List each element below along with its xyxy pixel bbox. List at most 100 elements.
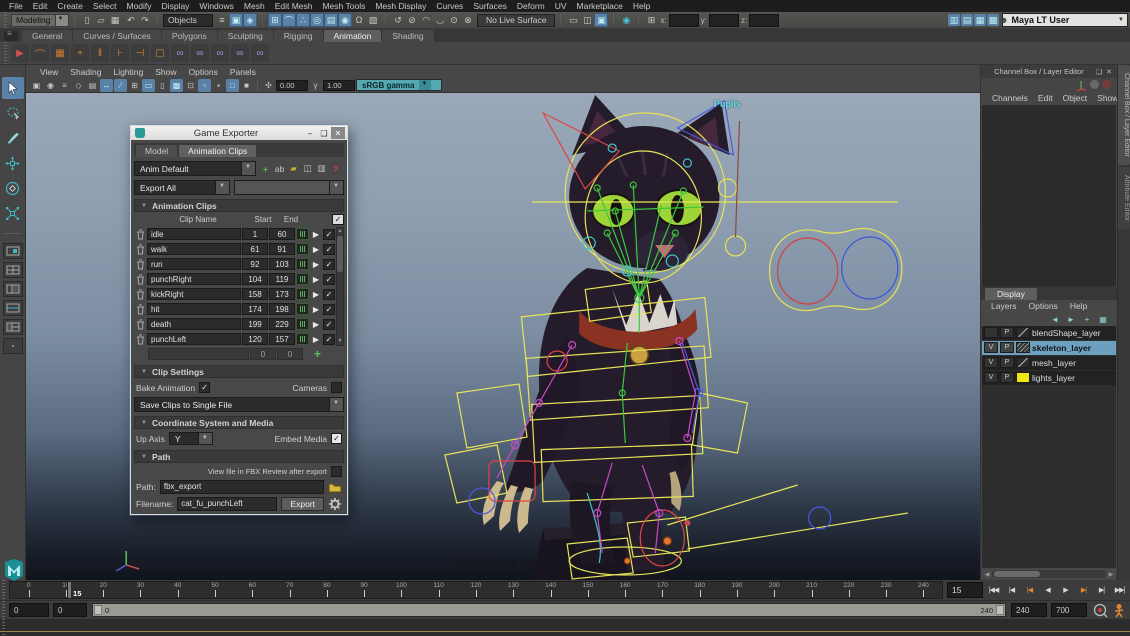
grid-toggle-icon[interactable]: ⊞ xyxy=(128,79,141,92)
layer-visibility-toggle[interactable]: V xyxy=(984,342,998,353)
clip-name-field[interactable]: punchLeft xyxy=(147,333,241,345)
time-ruler[interactable]: 0 10 20 30 40 50 60 70 80 90 100 110 120 130 140 150 160… xyxy=(9,581,943,599)
play-clip-button[interactable]: ▶ xyxy=(310,290,322,299)
clip-name-field[interactable]: death xyxy=(147,318,241,330)
layer-menu-item[interactable]: Layers xyxy=(985,301,1023,311)
layer-playback-toggle[interactable]: P xyxy=(1000,327,1014,338)
clip-start-field[interactable]: 104 xyxy=(242,273,268,285)
x-coordinate-field[interactable] xyxy=(668,13,699,27)
z-coordinate-field[interactable] xyxy=(749,13,780,27)
layer-menu-item[interactable]: Options xyxy=(1023,301,1064,311)
shelf-tab[interactable]: Curves / Surfaces xyxy=(73,30,161,42)
panel-menu-item[interactable]: Panels xyxy=(224,67,262,77)
snap-point-icon[interactable]: ∴ xyxy=(296,13,310,27)
play-forwards-button[interactable]: ▶ xyxy=(1057,582,1074,598)
gamma-icon[interactable]: γ xyxy=(309,79,322,92)
popout-icon[interactable]: ❏ xyxy=(1094,68,1104,76)
delete-clip-icon[interactable] xyxy=(134,319,146,330)
four-pane-layout-button[interactable] xyxy=(2,262,23,278)
lock-camera-icon[interactable]: ◉ xyxy=(44,79,57,92)
new-clip-start-field[interactable]: 0 xyxy=(250,348,276,360)
go-to-end-button[interactable]: ▶▶| xyxy=(1111,582,1128,598)
set-clip-range-button[interactable] xyxy=(296,303,309,315)
layer-visibility-toggle[interactable]: V xyxy=(984,372,998,383)
close-button[interactable]: ✕ xyxy=(331,127,345,139)
lasso-select-tool-button[interactable] xyxy=(2,102,24,124)
clip-end-field[interactable]: 91 xyxy=(269,243,295,255)
display-tab[interactable]: Display xyxy=(985,287,1037,300)
drag-handle[interactable] xyxy=(2,12,9,28)
ui-elements-toggle-icon[interactable]: ▥ xyxy=(948,14,960,26)
open-scene-icon[interactable]: ▱ xyxy=(94,13,108,27)
panel-menu-item[interactable]: Options xyxy=(183,67,224,77)
custom-layout-button[interactable] xyxy=(2,338,23,354)
export-button[interactable]: Export xyxy=(281,496,324,511)
step-back-frame-button[interactable]: |◀ xyxy=(1003,582,1020,598)
select-component-icon[interactable]: ◈ xyxy=(243,13,257,27)
redo-icon[interactable]: ↷ xyxy=(138,13,152,27)
delete-clip-icon[interactable] xyxy=(134,229,146,240)
save-clips-combo[interactable]: Save Clips to Single File xyxy=(134,397,344,412)
multi-pane-icon[interactable]: ◫ xyxy=(580,13,594,27)
menu-item[interactable]: Marketplace xyxy=(572,1,628,11)
layer-visibility-toggle[interactable]: V xyxy=(984,357,998,368)
clip-enabled-checkbox[interactable]: ✓ xyxy=(323,303,335,315)
load-anim-clip-set-icon[interactable]: ▰ xyxy=(287,162,300,175)
layer-playback-toggle[interactable]: P xyxy=(1000,357,1014,368)
bookmark-icon[interactable]: ◇ xyxy=(72,79,85,92)
delete-clip-icon[interactable] xyxy=(134,274,146,285)
single-pane-layout-button[interactable] xyxy=(2,243,23,259)
range-end-handle[interactable] xyxy=(996,605,1004,615)
delete-clip-icon[interactable] xyxy=(134,244,146,255)
clip-row[interactable]: punchRight 104 119 ▶ ✓ xyxy=(134,272,335,286)
maximize-button[interactable]: ❑ xyxy=(317,127,331,139)
delete-anim-clip-set-icon[interactable]: ▥ xyxy=(315,162,328,175)
menu-item[interactable]: File xyxy=(4,1,28,11)
bake-animation-checkbox[interactable]: ✓ xyxy=(199,382,211,393)
panel-menu-item[interactable]: Show xyxy=(149,67,182,77)
toggle-all-clips-checkbox[interactable]: ✓ xyxy=(332,214,344,225)
manipulator-icon[interactable] xyxy=(1075,79,1087,91)
play-clip-button[interactable]: ▶ xyxy=(310,275,322,284)
menu-set-selector[interactable]: Modeling xyxy=(11,13,69,27)
clip-row[interactable]: walk 61 91 ▶ ✓ xyxy=(134,242,335,256)
single-pane-icon[interactable]: ▭ xyxy=(566,13,580,27)
dirty-propagation-icon[interactable]: ⊙ xyxy=(447,13,461,27)
no-construction-history-icon[interactable]: ⊘ xyxy=(405,13,419,27)
remove-inbetween-icon[interactable]: ⊣ xyxy=(131,44,149,62)
layer-playback-toggle[interactable]: P xyxy=(1000,372,1014,383)
step-back-key-button[interactable]: |◀ xyxy=(1021,582,1038,598)
clip-enabled-checkbox[interactable]: ✓ xyxy=(323,243,335,255)
dope-sheet-icon[interactable]: ▦ xyxy=(51,44,69,62)
path-field[interactable]: fbx_export xyxy=(159,479,324,494)
animation-end-field[interactable]: 700 xyxy=(1051,603,1087,617)
play-clip-button[interactable]: ▶ xyxy=(310,245,322,254)
channel-box-body[interactable] xyxy=(982,105,1116,286)
pupils-control-label[interactable]: Pupils xyxy=(714,99,741,109)
play-clip-button[interactable]: ▶ xyxy=(310,230,322,239)
set-clip-range-button[interactable] xyxy=(296,228,309,240)
delete-clip-icon[interactable] xyxy=(134,334,146,345)
xray-icon[interactable]: ■ xyxy=(240,79,253,92)
create-layer-from-selected-icon[interactable]: ▦ xyxy=(1097,313,1109,325)
two-d-pan-zoom-icon[interactable]: ↔ xyxy=(100,78,113,92)
aim-constraint-icon[interactable]: ∞ xyxy=(231,44,249,62)
layer-color-swatch[interactable] xyxy=(1016,327,1030,338)
set-clip-range-button[interactable] xyxy=(296,243,309,255)
view-transform-combo[interactable]: sRGB gamma xyxy=(356,79,442,91)
motion-trail-icon[interactable]: ⌒ xyxy=(31,44,49,62)
sidebar-vertical-tab[interactable]: Attribute Editor xyxy=(1118,166,1130,229)
clip-end-field[interactable]: 119 xyxy=(269,273,295,285)
menu-item[interactable]: Mesh xyxy=(239,1,270,11)
browse-folder-icon[interactable] xyxy=(328,481,342,493)
animation-clips-section-header[interactable]: ▼ Animation Clips xyxy=(134,199,344,212)
y-coordinate-field[interactable] xyxy=(708,13,739,27)
field-chart-icon[interactable]: ⊡ xyxy=(184,79,197,92)
set-clip-range-button[interactable] xyxy=(296,318,309,330)
shelf-tab[interactable]: Sculpting xyxy=(217,30,273,42)
menu-item[interactable]: Mesh Display xyxy=(370,1,431,11)
menu-item[interactable]: Edit xyxy=(28,1,53,11)
settings-gear-icon[interactable] xyxy=(328,497,342,511)
exposure-icon[interactable]: ✣ xyxy=(262,79,275,92)
export-target-combo[interactable] xyxy=(234,180,344,195)
